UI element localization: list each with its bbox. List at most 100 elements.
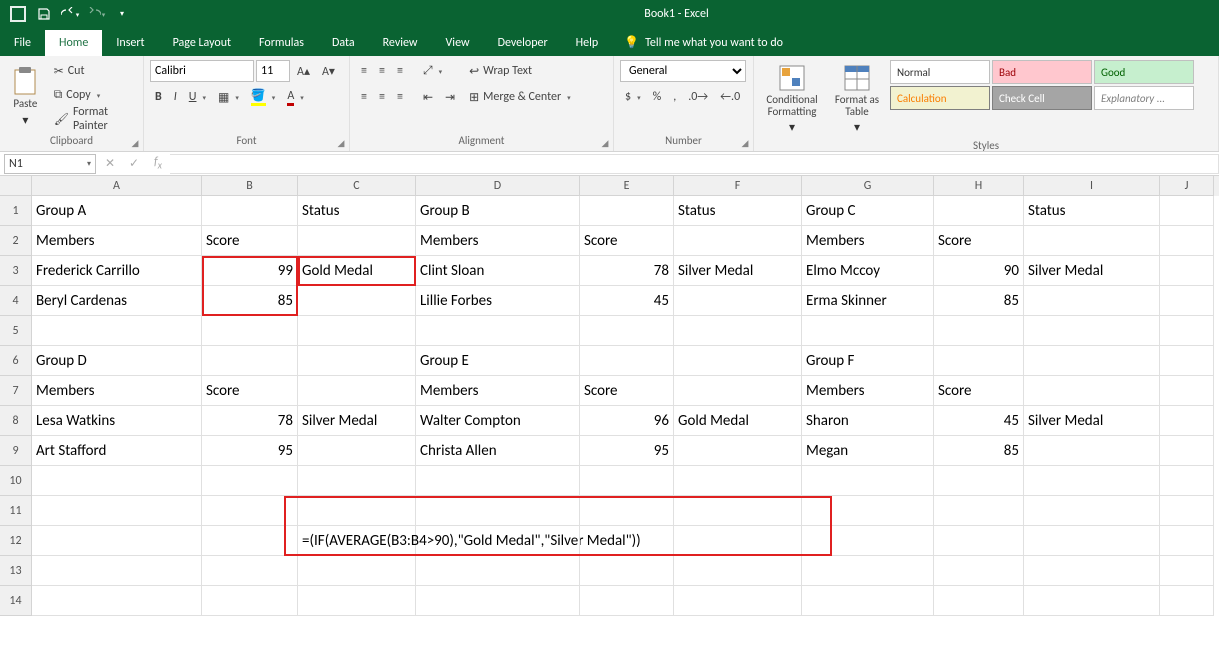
cell-E1[interactable] [580,196,674,226]
cell-H9[interactable]: 85 [934,436,1024,466]
bold-button[interactable]: B [150,86,167,108]
align-left-button[interactable]: ≡ [356,86,372,108]
style-bad[interactable]: Bad [992,60,1092,84]
increase-decimal-button[interactable]: .0→ [683,86,713,108]
row-header-14[interactable]: 14 [0,586,32,616]
clipboard-dialog-launcher[interactable]: ◢ [129,137,141,149]
cell-I10[interactable] [1024,466,1160,496]
grid-body[interactable]: 1Group AStatusGroup BStatusGroup CStatus… [0,196,1219,616]
col-header-H[interactable]: H [934,176,1024,196]
cell-H8[interactable]: 45 [934,406,1024,436]
cell-C9[interactable] [298,436,416,466]
cell-C8[interactable]: Silver Medal [298,406,416,436]
cell-I12[interactable] [1024,526,1160,556]
cell-A11[interactable] [32,496,202,526]
style-check-cell[interactable]: Check Cell [992,86,1092,110]
paste-button[interactable]: Paste ▾ [6,60,45,134]
save-icon[interactable] [32,3,56,25]
cell-I2[interactable] [1024,226,1160,256]
merge-center-button[interactable]: ⊞Merge & Center▾ [464,86,584,108]
cell-C6[interactable] [298,346,416,376]
cell-J3[interactable] [1160,256,1214,286]
tab-data[interactable]: Data [318,30,369,56]
tab-view[interactable]: View [432,30,484,56]
cancel-formula-button[interactable]: ✕ [98,154,122,174]
cell-E9[interactable]: 95 [580,436,674,466]
cell-A5[interactable] [32,316,202,346]
cell-F10[interactable] [674,466,802,496]
cell-B6[interactable] [202,346,298,376]
col-header-J[interactable]: J [1160,176,1214,196]
fx-button[interactable]: fx [146,154,170,174]
tab-page-layout[interactable]: Page Layout [159,30,245,56]
cell-B13[interactable] [202,556,298,586]
tab-insert[interactable]: Insert [102,30,158,56]
cell-C2[interactable] [298,226,416,256]
row-header-7[interactable]: 7 [0,376,32,406]
cell-J12[interactable] [1160,526,1214,556]
cell-G1[interactable]: Group C [802,196,934,226]
cell-J8[interactable] [1160,406,1214,436]
cell-B11[interactable] [202,496,298,526]
cell-G4[interactable]: Erma Skinner [802,286,934,316]
align-right-button[interactable]: ≡ [392,86,408,108]
cell-D3[interactable]: Clint Sloan [416,256,580,286]
number-format-select[interactable]: General [620,60,746,82]
cell-E13[interactable] [580,556,674,586]
italic-button[interactable]: I [169,86,182,108]
cell-A9[interactable]: Art Stafford [32,436,202,466]
format-painter-button[interactable]: 🖌Format Painter [49,108,137,130]
cell-J6[interactable] [1160,346,1214,376]
cell-C10[interactable] [298,466,416,496]
cell-A13[interactable] [32,556,202,586]
row-header-1[interactable]: 1 [0,196,32,226]
cell-H6[interactable] [934,346,1024,376]
cell-I9[interactable] [1024,436,1160,466]
row-header-10[interactable]: 10 [0,466,32,496]
cell-C5[interactable] [298,316,416,346]
cell-I11[interactable] [1024,496,1160,526]
style-normal[interactable]: Normal [890,60,990,84]
col-header-G[interactable]: G [802,176,934,196]
cell-B5[interactable] [202,316,298,346]
cell-C11[interactable] [298,496,416,526]
cell-G5[interactable] [802,316,934,346]
cut-button[interactable]: ✂Cut [49,60,137,82]
row-header-8[interactable]: 8 [0,406,32,436]
cell-C13[interactable] [298,556,416,586]
cell-F14[interactable] [674,586,802,616]
cell-A14[interactable] [32,586,202,616]
cell-F6[interactable] [674,346,802,376]
conditional-formatting-button[interactable]: Conditional Formatting▾ [760,60,824,139]
cell-H2[interactable]: Score [934,226,1024,256]
tab-home[interactable]: Home [45,30,102,56]
align-bottom-button[interactable]: ≡ [392,60,408,82]
select-all-corner[interactable] [0,176,32,196]
cell-H5[interactable] [934,316,1024,346]
cell-B9[interactable]: 95 [202,436,298,466]
cell-C12[interactable]: =(IF(AVERAGE(B3:B4>90),"Gold Medal","Sil… [298,526,416,556]
cell-C4[interactable] [298,286,416,316]
col-header-F[interactable]: F [674,176,802,196]
cell-I4[interactable] [1024,286,1160,316]
tab-file[interactable]: File [0,30,45,56]
cell-F13[interactable] [674,556,802,586]
cell-styles-gallery[interactable]: Normal Bad Good Calculation Check Cell E… [890,60,1194,139]
cell-E6[interactable] [580,346,674,376]
decrease-font-button[interactable]: A▾ [317,60,340,82]
row-header-6[interactable]: 6 [0,346,32,376]
cell-D11[interactable] [416,496,580,526]
row-header-2[interactable]: 2 [0,226,32,256]
cell-G13[interactable] [802,556,934,586]
tab-formulas[interactable]: Formulas [245,30,318,56]
cell-A1[interactable]: Group A [32,196,202,226]
increase-indent-button[interactable]: ⇥ [440,86,460,108]
cell-G10[interactable] [802,466,934,496]
increase-font-button[interactable]: A▴ [292,60,315,82]
cell-J5[interactable] [1160,316,1214,346]
fill-color-button[interactable]: 🪣▾ [246,86,280,108]
cell-G12[interactable] [802,526,934,556]
row-header-9[interactable]: 9 [0,436,32,466]
tab-help[interactable]: Help [562,30,613,56]
comma-button[interactable]: , [668,86,681,108]
